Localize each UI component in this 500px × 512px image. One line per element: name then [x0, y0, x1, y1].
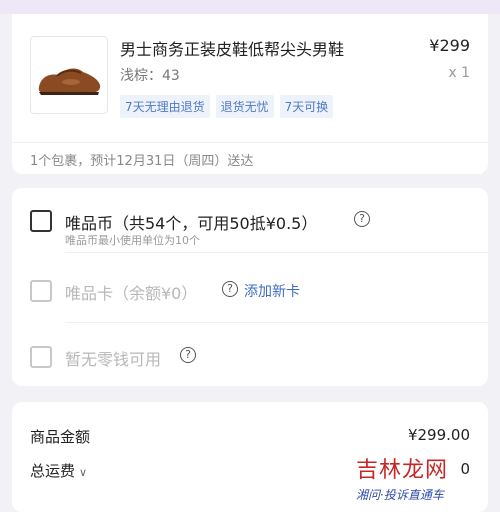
goods-amount-label: 商品金额	[30, 428, 91, 446]
vip-card-label: 唯品卡（余额¥0）	[65, 284, 198, 303]
top-banner-strip	[0, 0, 500, 14]
change-label: 暂无零钱可用	[65, 350, 162, 369]
product-thumbnail[interactable]	[30, 36, 108, 114]
shipping-value: 0	[460, 460, 470, 478]
shipping-label: 总运费	[30, 462, 76, 480]
service-tags: 7天无理由退货 退货无忧 7天可换	[120, 95, 334, 118]
payment-options-card: 唯品币（共54个，可用50抵¥0.5） ? 唯品币最小使用单位为10个 唯品卡（…	[12, 188, 488, 386]
divider	[65, 252, 488, 253]
vip-coin-note: 唯品币最小使用单位为10个	[65, 234, 200, 247]
service-tag-return[interactable]: 7天无理由退货	[120, 95, 210, 118]
service-tag-worry-free[interactable]: 退货无忧	[215, 95, 274, 118]
site-watermark: 吉林龙网 湘问·投诉直通车	[356, 452, 448, 503]
goods-amount-value: ¥299.00	[407, 426, 470, 444]
vip-coin-label: 唯品币（共54个，可用50抵¥0.5）	[65, 214, 318, 233]
vip-coin-checkbox[interactable]	[30, 210, 52, 232]
question-circle-icon[interactable]: ?	[354, 211, 370, 227]
product-card: 男士商务正装皮鞋低帮尖头男鞋 ¥299 浅棕：43 x 1 7天无理由退货 退货…	[12, 14, 488, 174]
watermark-subtitle: 湘问·投诉直通车	[356, 488, 444, 502]
vip-card-checkbox[interactable]	[30, 280, 52, 302]
chevron-down-icon: ∨	[79, 466, 88, 479]
add-new-card-link[interactable]: 添加新卡	[244, 281, 300, 301]
product-quantity: x 1	[448, 65, 470, 81]
watermark-title: 吉林龙网	[356, 458, 449, 483]
shipping-toggle[interactable]: 总运费 ∨	[30, 460, 87, 481]
question-circle-icon[interactable]: ?	[180, 347, 196, 363]
change-checkbox[interactable]	[30, 346, 52, 368]
divider	[65, 322, 488, 323]
product-price: ¥299	[429, 36, 470, 55]
delivery-info: 1个包裹，预计12月31日（周四）送达	[12, 142, 488, 175]
question-circle-icon[interactable]: ?	[222, 281, 238, 297]
service-tag-exchange[interactable]: 7天可换	[279, 95, 334, 118]
shoe-image	[38, 68, 101, 95]
delivery-text: 1个包裹，预计12月31日（周四）送达	[30, 154, 254, 169]
product-name[interactable]: 男士商务正装皮鞋低帮尖头男鞋	[120, 36, 344, 60]
product-spec: 浅棕：43	[120, 68, 180, 84]
